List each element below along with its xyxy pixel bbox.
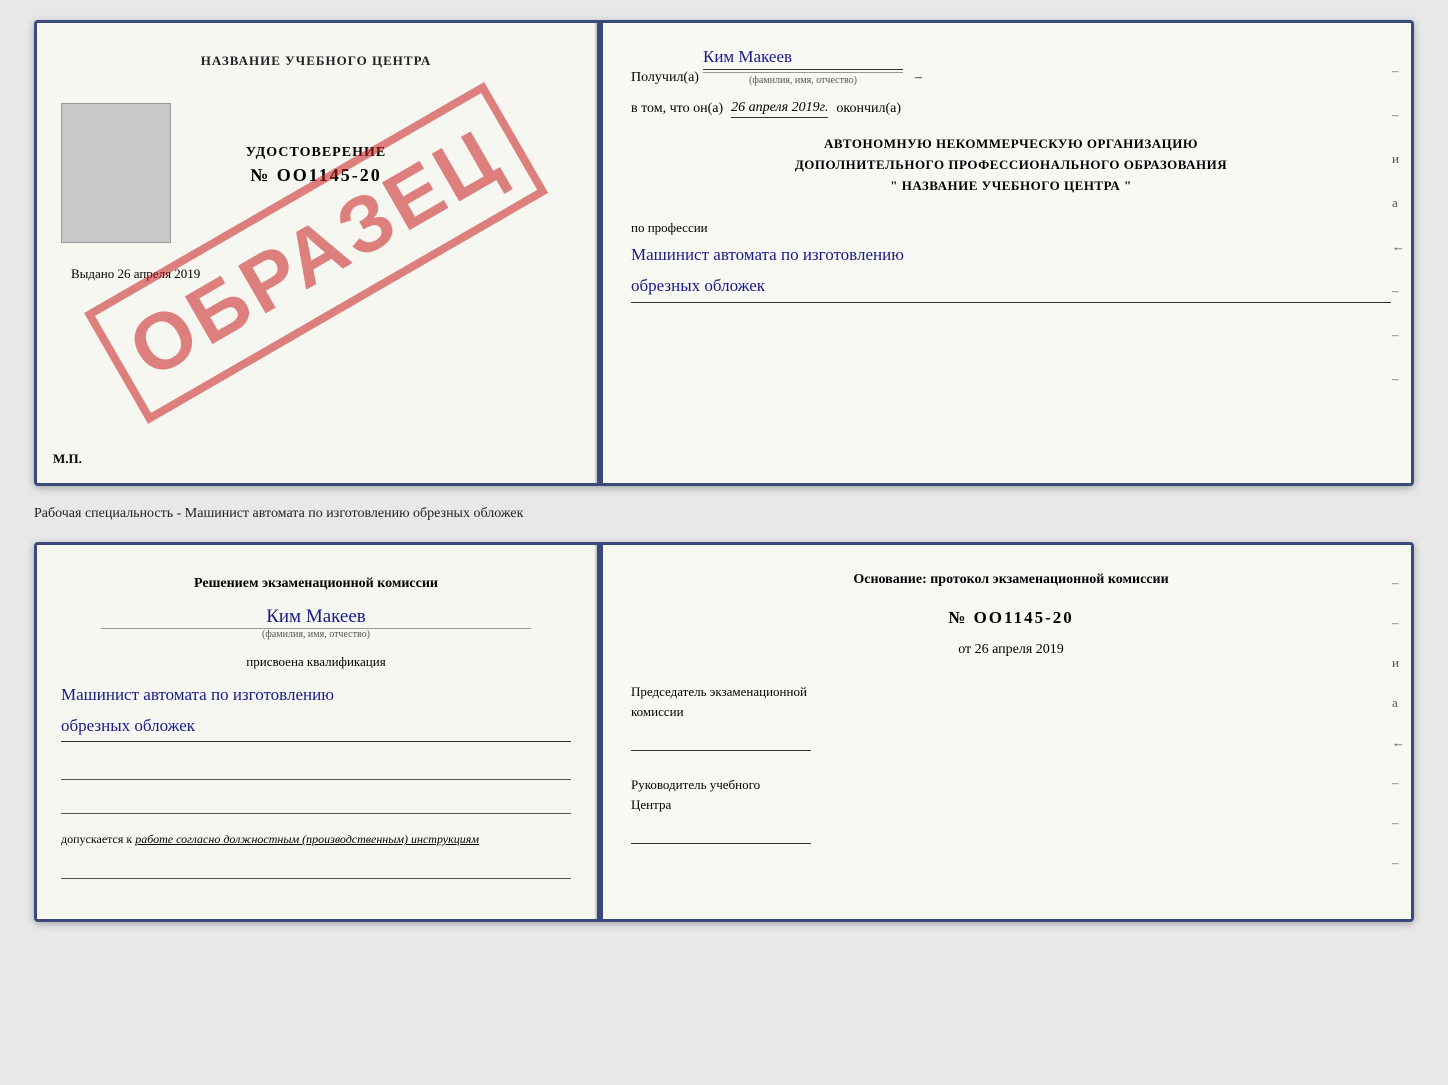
допускается-text: работе согласно должностным (производств… xyxy=(135,832,479,846)
top-document: НАЗВАНИЕ УЧЕБНОГО ЦЕНТРА УДОСТОВЕРЕНИЕ №… xyxy=(34,20,1414,486)
director-label1: Руководитель учебного xyxy=(631,775,1391,795)
director-label2: Центра xyxy=(631,795,1391,815)
director-block: Руководитель учебного Центра xyxy=(631,775,1391,844)
bside-mark-4: а xyxy=(1392,695,1405,711)
profession-block: по профессии Машинист автомата по изгото… xyxy=(631,220,1391,302)
date-from-prefix: от xyxy=(958,642,971,657)
blank-line-2 xyxy=(61,796,571,814)
date-prefix: в том, что он(а) xyxy=(631,101,723,117)
bside-mark-6: – xyxy=(1392,775,1405,791)
person-name: Ким Макеев xyxy=(61,606,571,628)
bside-mark-5: ← xyxy=(1392,735,1405,751)
dash-sep: – xyxy=(915,70,922,86)
mp-label: М.П. xyxy=(53,451,82,467)
date-line: в том, что он(а) 26 апреля 2019г. окончи… xyxy=(631,100,1391,118)
side-marks-bottom: – – и а ← – – – xyxy=(1392,575,1405,871)
chairman-label2: комиссии xyxy=(631,702,1391,722)
org-block: АВТОНОМНУЮ НЕКОММЕРЧЕСКУЮ ОРГАНИЗАЦИЮ ДО… xyxy=(631,134,1391,196)
protocol-number: № OO1145-20 xyxy=(631,608,1391,628)
recipient-name-block: Ким Макеев (фамилия, имя, отчество) xyxy=(703,47,903,86)
org-line3: " НАЗВАНИЕ УЧЕБНОГО ЦЕНТРА " xyxy=(631,176,1391,197)
side-mark-7: – xyxy=(1392,327,1405,343)
qual-line1: Машинист автомата по изготовлению xyxy=(61,685,334,704)
basis-title: Основание: протокол экзаменационной коми… xyxy=(631,569,1391,590)
bside-mark-2: – xyxy=(1392,615,1405,631)
org-line2: ДОПОЛНИТЕЛЬНОГО ПРОФЕССИОНАЛЬНОГО ОБРАЗО… xyxy=(631,155,1391,176)
profession-line1: Машинист автомата по изготовлению xyxy=(631,245,904,264)
recipient-prefix: Получил(а) xyxy=(631,70,699,86)
blank-line-3 xyxy=(61,861,571,879)
qualification-label: присвоена квалификация xyxy=(61,654,571,670)
bside-mark-3: и xyxy=(1392,655,1405,671)
director-signature-line xyxy=(631,820,811,844)
issued-prefix: Выдано xyxy=(71,266,114,281)
side-mark-3: и xyxy=(1392,151,1405,167)
side-mark-5: ← xyxy=(1392,239,1405,255)
side-marks: – – и а ← – – – xyxy=(1392,63,1405,387)
person-block: Ким Макеев (фамилия, имя, отчество) xyxy=(61,602,571,640)
profession-prefix: по профессии xyxy=(631,220,708,235)
issued-date-value: 26 апреля 2019 xyxy=(118,266,201,281)
bside-mark-7: – xyxy=(1392,815,1405,831)
person-sublabel: (фамилия, имя, отчество) xyxy=(101,628,531,640)
bottom-document: Решением экзаменационной комиссии Ким Ма… xyxy=(34,542,1414,922)
side-mark-6: – xyxy=(1392,283,1405,299)
org-line1: АВТОНОМНУЮ НЕКОММЕРЧЕСКУЮ ОРГАНИЗАЦИЮ xyxy=(631,134,1391,155)
profession-value: Машинист автомата по изготовлению обрезн… xyxy=(631,240,1391,302)
допускается-prefix: допускается к xyxy=(61,832,132,846)
profession-line2: обрезных обложек xyxy=(631,276,765,295)
cert-school-title: НАЗВАНИЕ УЧЕБНОГО ЦЕНТРА xyxy=(201,53,432,69)
recipient-name: Ким Макеев xyxy=(703,47,903,70)
bottom-left-page: Решением экзаменационной комиссии Ким Ма… xyxy=(37,545,597,919)
protocol-date: от 26 апреля 2019 xyxy=(631,642,1391,658)
blank-line-1 xyxy=(61,762,571,780)
chairman-block: Председатель экзаменационной комиссии xyxy=(631,682,1391,751)
top-right-page: Получил(а) Ким Макеев (фамилия, имя, отч… xyxy=(603,23,1411,483)
side-mark-1: – xyxy=(1392,63,1405,79)
blank-lines xyxy=(61,762,571,814)
caption-line: Рабочая специальность - Машинист автомат… xyxy=(34,502,1414,526)
commission-title: Решением экзаменационной комиссии xyxy=(61,573,571,594)
chairman-signature-line xyxy=(631,727,811,751)
date-suffix: окончил(а) xyxy=(836,101,901,117)
допускается-block: допускается к работе согласно должностны… xyxy=(61,832,571,847)
recipient-line: Получил(а) Ким Макеев (фамилия, имя, отч… xyxy=(631,47,1391,86)
qual-line2: обрезных обложек xyxy=(61,716,195,735)
side-mark-4: а xyxy=(1392,195,1405,211)
bside-mark-1: – xyxy=(1392,575,1405,591)
side-mark-8: – xyxy=(1392,371,1405,387)
bottom-right-page: Основание: протокол экзаменационной коми… xyxy=(603,545,1411,919)
date-value: 26 апреля 2019г. xyxy=(731,100,828,118)
qualification-value: Машинист автомата по изготовлению обрезн… xyxy=(61,680,571,742)
recipient-sublabel: (фамилия, имя, отчество) xyxy=(703,72,903,86)
chairman-label1: Председатель экзаменационной xyxy=(631,682,1391,702)
photo-placeholder xyxy=(61,103,171,243)
side-mark-2: – xyxy=(1392,107,1405,123)
top-left-page: НАЗВАНИЕ УЧЕБНОГО ЦЕНТРА УДОСТОВЕРЕНИЕ №… xyxy=(37,23,597,483)
bside-mark-8: – xyxy=(1392,855,1405,871)
protocol-date-value: 26 апреля 2019 xyxy=(975,642,1064,657)
issued-date: Выдано 26 апреля 2019 xyxy=(71,266,200,282)
